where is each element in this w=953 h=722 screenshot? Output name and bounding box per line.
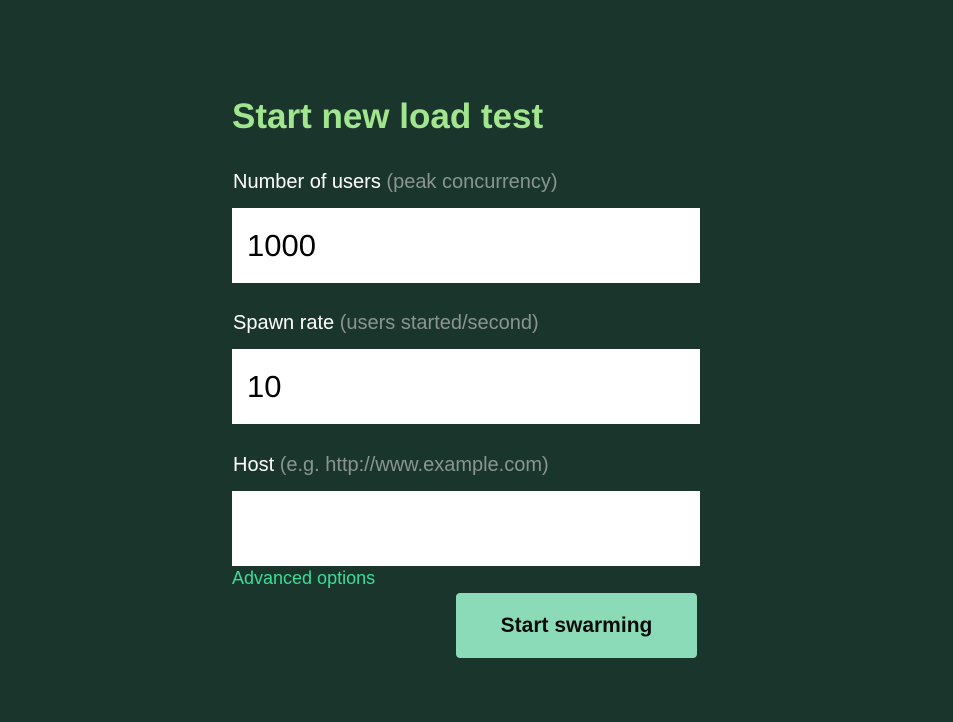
- start-swarming-button[interactable]: Start swarming: [456, 593, 697, 658]
- users-input[interactable]: [232, 208, 700, 283]
- users-hint: (peak concurrency): [386, 171, 558, 193]
- spawn-rate-hint: (users started/second): [339, 312, 539, 334]
- users-label-text: Number of users: [233, 171, 381, 193]
- host-input[interactable]: [232, 491, 700, 566]
- form-title: Start new load test: [232, 97, 544, 136]
- spawn-rate-label: Spawn rate (users started/second): [233, 311, 700, 335]
- host-hint: (e.g. http://www.example.com): [279, 454, 549, 476]
- users-label: Number of users (peak concurrency): [233, 170, 700, 194]
- host-label: Host (e.g. http://www.example.com): [233, 453, 700, 477]
- host-label-text: Host: [233, 454, 275, 476]
- load-test-form: Start new load test Number of users (pea…: [232, 96, 700, 589]
- advanced-options-link[interactable]: Advanced options: [232, 567, 375, 589]
- spawn-rate-label-text: Spawn rate: [233, 312, 335, 334]
- spawn-rate-input[interactable]: [232, 349, 700, 424]
